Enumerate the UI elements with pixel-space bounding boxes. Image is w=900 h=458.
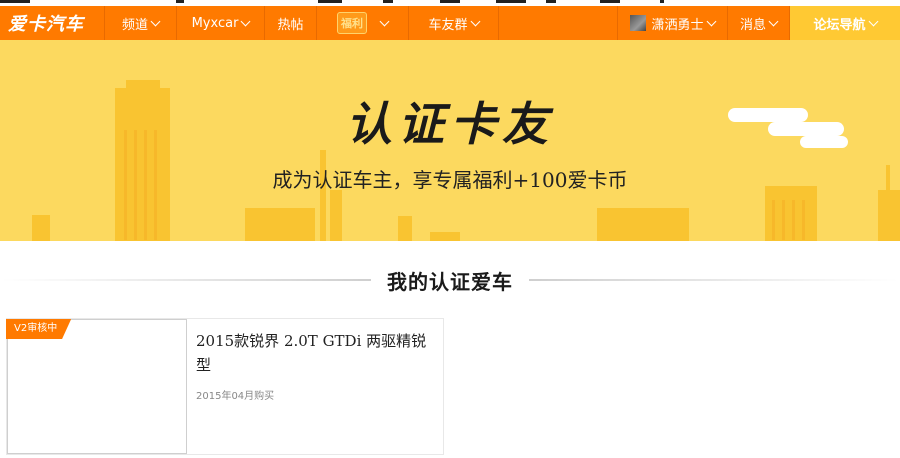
chevron-down-icon (470, 16, 480, 26)
nav-item-label: 车友群 (428, 17, 468, 33)
building-stripe (772, 200, 775, 240)
nav-item-label: 热帖 (277, 17, 304, 33)
building-illustration (430, 232, 460, 241)
site-logo[interactable]: 爱卡汽车 (0, 6, 105, 40)
certified-car-card[interactable]: V2审核中 2015款锐界 2.0T GTDi 两驱精锐型 2015年04月购买 (6, 318, 444, 455)
building-illustration (398, 216, 412, 241)
nav-item-label: Myxcar (191, 15, 239, 31)
chevron-down-icon (150, 16, 161, 26)
nav-item-fuli[interactable]: 福利 (317, 6, 409, 40)
building-stripe (792, 200, 795, 240)
forum-guide-button[interactable]: 论坛导航 (790, 6, 900, 40)
nav-item-messages[interactable]: 消息 (728, 6, 790, 40)
nav-item-pindao[interactable]: 频道 (105, 6, 177, 40)
user-name: 潇洒勇士 (651, 17, 704, 33)
certification-banner: 认证卡友 成为认证车主，享专属福利+100爱卡币 (0, 40, 900, 241)
building-illustration (878, 190, 900, 241)
building-illustration (245, 208, 315, 241)
section-title: 我的认证爱车 (387, 269, 513, 294)
avatar (630, 15, 647, 31)
nav-item-label: 频道 (121, 17, 148, 33)
nav-item-car-groups[interactable]: 车友群 (409, 6, 499, 40)
section-header: 我的认证爱车 (0, 262, 900, 298)
nav-spacer (499, 6, 618, 40)
building-stripe (782, 200, 785, 240)
top-navbar: 爱卡汽车 频道 Myxcar 热帖 福利 车友群 潇洒勇士 消息 论坛导航 (0, 6, 900, 40)
nav-item-label: 消息 (739, 17, 766, 33)
chevron-down-icon (379, 16, 390, 26)
building-illustration (330, 190, 342, 241)
nav-item-myxcar[interactable]: Myxcar (177, 6, 265, 40)
car-photo[interactable] (7, 319, 187, 454)
nav-user-menu[interactable]: 潇洒勇士 (618, 6, 728, 40)
building-stripe (802, 200, 805, 240)
banner-title: 认证卡友 (346, 97, 554, 151)
review-status-badge: V2审核中 (6, 319, 72, 339)
chevron-down-icon (868, 16, 878, 26)
section-divider-right (529, 279, 899, 281)
banner-subtitle: 成为认证车主，享专属福利+100爱卡币 (272, 168, 628, 192)
nav-item-hot-posts[interactable]: 热帖 (265, 6, 317, 40)
building-illustration (32, 215, 50, 241)
building-illustration (597, 208, 689, 241)
chevron-down-icon (706, 16, 716, 26)
fuli-badge-icon: 福利 (337, 12, 367, 34)
section-divider-left (1, 279, 371, 281)
chevron-down-icon (768, 16, 779, 26)
forum-guide-label: 论坛导航 (813, 17, 866, 33)
chevron-down-icon (240, 16, 251, 26)
car-purchase-date: 2015年04月购买 (196, 391, 275, 402)
car-model-name[interactable]: 2015款锐界 2.0T GTDi 两驱精锐型 (196, 329, 436, 377)
